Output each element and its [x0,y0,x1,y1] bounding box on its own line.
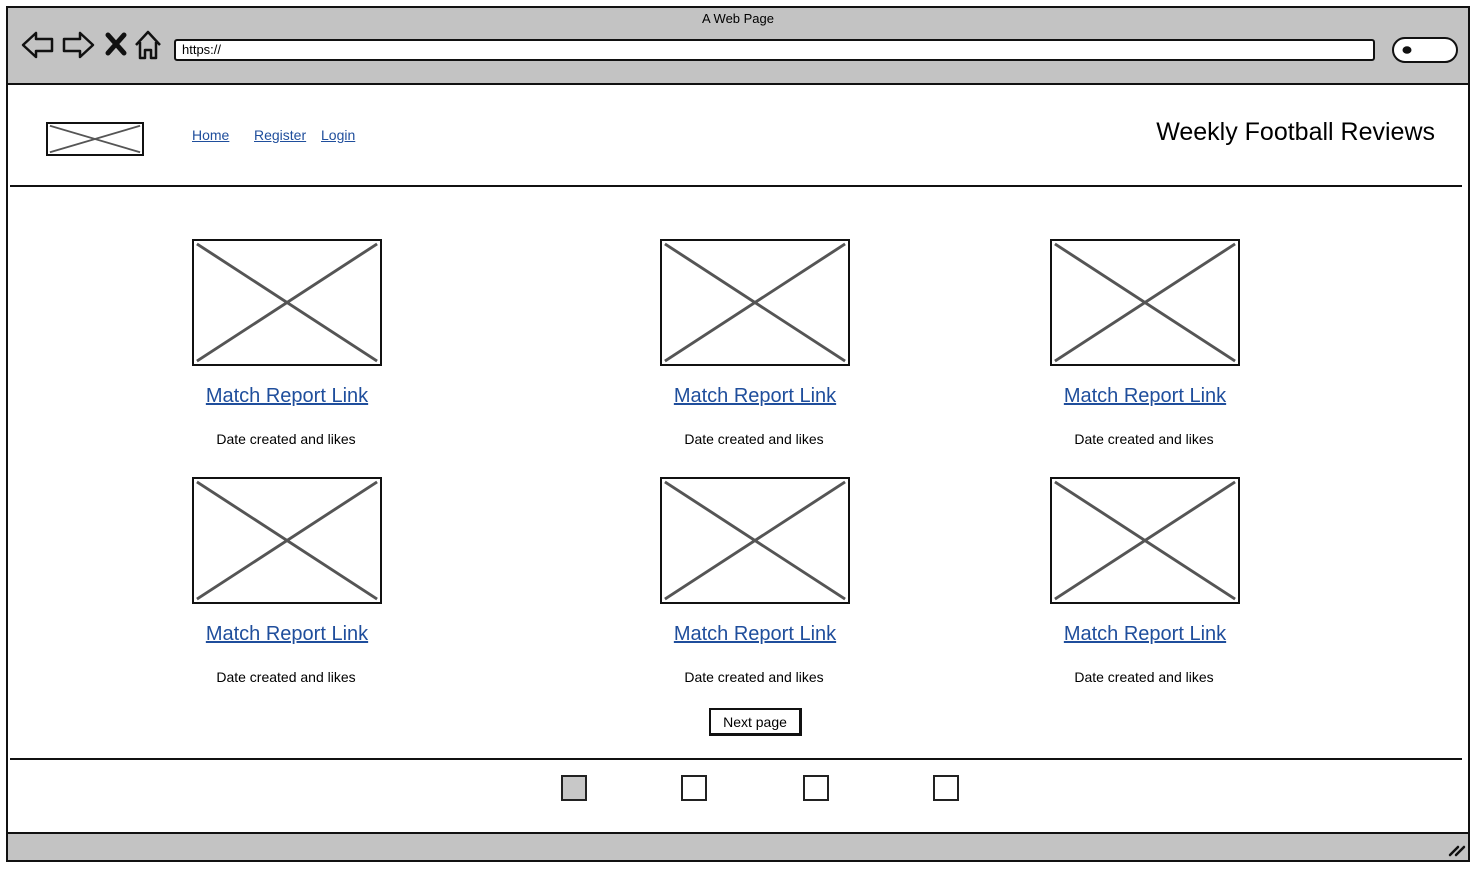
logo-placeholder [46,122,144,156]
page-indicator[interactable] [933,775,959,801]
search-box[interactable] [1392,37,1458,63]
card-image-placeholder [192,477,382,604]
header-divider [10,185,1462,187]
resize-grip-icon[interactable] [1446,840,1466,858]
card-image-placeholder [1050,477,1240,604]
page-indicator[interactable] [681,775,707,801]
card-meta: Date created and likes [684,431,824,447]
match-report-link[interactable]: Match Report Link [137,623,437,646]
match-report-link[interactable]: Match Report Link [605,385,905,408]
forward-icon[interactable] [60,28,96,62]
browser-statusbar [8,832,1468,860]
match-report-link[interactable]: Match Report Link [995,623,1295,646]
card-meta: Date created and likes [216,669,356,685]
card-meta: Date created and likes [1074,431,1214,447]
footer-divider [10,758,1462,760]
next-page-button[interactable]: Next page [709,708,802,736]
home-icon[interactable] [132,28,164,62]
card-image-placeholder [660,477,850,604]
card-image-placeholder [660,239,850,366]
page-indicator[interactable] [803,775,829,801]
back-icon[interactable] [20,28,56,62]
card-meta: Date created and likes [684,669,824,685]
match-report-link[interactable]: Match Report Link [137,385,437,408]
match-report-link[interactable]: Match Report Link [605,623,905,646]
card-image-placeholder [1050,239,1240,366]
site-title: Weekly Football Reviews [1156,118,1435,146]
nav-login-link[interactable]: Login [321,127,355,143]
card-image-placeholder [192,239,382,366]
card-meta: Date created and likes [1074,669,1214,685]
match-report-link[interactable]: Match Report Link [995,385,1295,408]
card-meta: Date created and likes [216,431,356,447]
stop-icon[interactable] [104,30,128,58]
url-bar[interactable]: https:// [174,39,1375,61]
page-indicator[interactable] [561,775,587,801]
nav-register-link[interactable]: Register [254,127,306,143]
search-icon [1402,46,1412,54]
window-title: A Web Page [701,11,775,26]
nav-home-link[interactable]: Home [192,127,229,143]
